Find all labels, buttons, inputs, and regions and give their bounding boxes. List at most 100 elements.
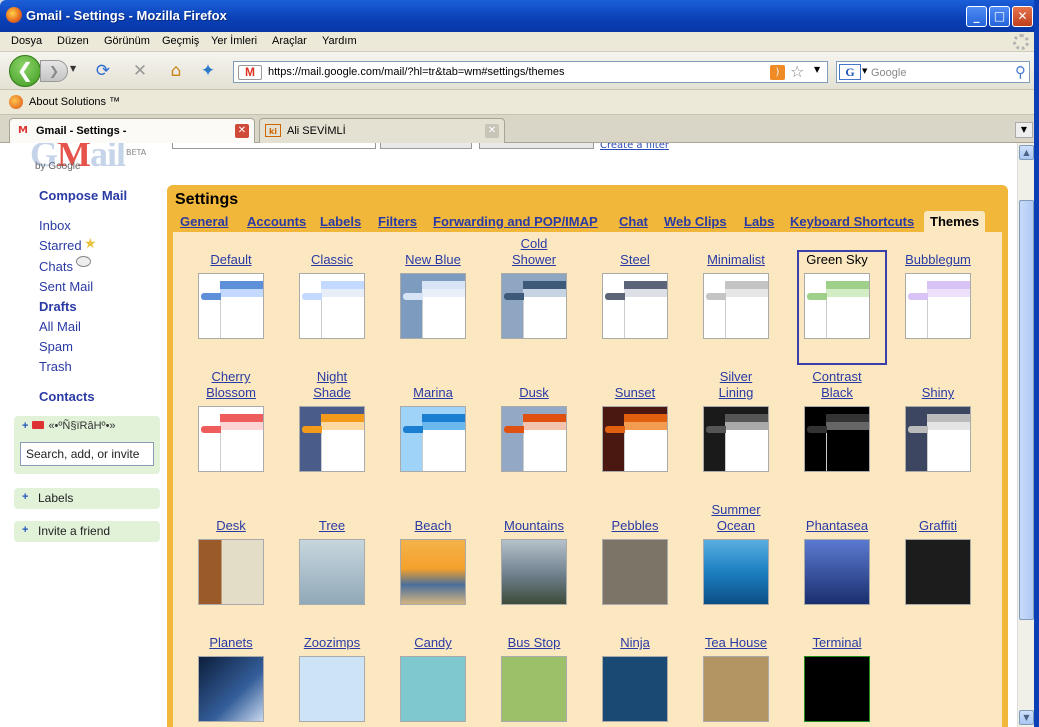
- theme-thumbnail[interactable]: [400, 539, 466, 605]
- theme-name[interactable]: Steel: [580, 236, 690, 268]
- theme-name[interactable]: Mountains: [479, 502, 589, 534]
- nav-drafts[interactable]: Drafts: [39, 299, 77, 314]
- theme-thumbnail[interactable]: [804, 406, 870, 472]
- theme-thumbnail[interactable]: [501, 406, 567, 472]
- labels-box[interactable]: + Labels: [14, 488, 160, 509]
- theme-mountains[interactable]: Mountains: [479, 502, 589, 605]
- theme-thumbnail[interactable]: [501, 539, 567, 605]
- theme-name[interactable]: New Blue: [378, 236, 488, 268]
- tab-list-dropdown-icon[interactable]: ▼: [1015, 122, 1033, 138]
- tab-themes[interactable]: Themes: [924, 211, 986, 232]
- theme-name[interactable]: Candy: [378, 619, 488, 651]
- theme-name[interactable]: Ninja: [580, 619, 690, 651]
- theme-zoozimps[interactable]: Zoozimps: [277, 619, 387, 722]
- search-icon[interactable]: ⚲: [1015, 63, 1026, 81]
- tab-general[interactable]: General: [180, 214, 228, 229]
- theme-thumbnail[interactable]: [905, 406, 971, 472]
- theme-name[interactable]: Marina: [378, 369, 488, 401]
- menu-view[interactable]: Görünüm: [104, 35, 150, 47]
- theme-thumbnail[interactable]: [703, 406, 769, 472]
- theme-name[interactable]: Bus Stop: [479, 619, 589, 651]
- chat-search-input[interactable]: [20, 442, 154, 466]
- url-dropdown-icon[interactable]: ▼: [814, 65, 820, 74]
- expand-icon[interactable]: +: [22, 491, 28, 503]
- theme-night-shade[interactable]: Night Shade: [277, 369, 387, 472]
- theme-name[interactable]: Sunset: [580, 369, 690, 401]
- bookmark-star-icon[interactable]: ☆: [790, 62, 804, 81]
- search-bar[interactable]: G ▼ Google ⚲: [836, 61, 1030, 83]
- forward-button[interactable]: ❯: [40, 60, 68, 82]
- scroll-thumb[interactable]: [1019, 200, 1034, 620]
- theme-name[interactable]: Zoozimps: [277, 619, 387, 651]
- theme-minimalist[interactable]: Minimalist: [681, 236, 791, 339]
- theme-sunset[interactable]: Sunset: [580, 369, 690, 472]
- compose-mail-link[interactable]: Compose Mail: [39, 188, 127, 203]
- theme-thumbnail[interactable]: [400, 273, 466, 339]
- invite-box[interactable]: + Invite a friend: [14, 521, 160, 542]
- theme-name[interactable]: Classic: [277, 236, 387, 268]
- menu-edit[interactable]: Düzen: [57, 35, 89, 47]
- engine-dropdown-icon[interactable]: ▼: [862, 67, 867, 75]
- search-placeholder[interactable]: Google: [871, 67, 906, 79]
- create-filter-link[interactable]: Create a filter: [600, 143, 669, 151]
- theme-dusk[interactable]: Dusk: [479, 369, 589, 472]
- theme-thumbnail[interactable]: [299, 273, 365, 339]
- tab-close-icon[interactable]: ✕: [235, 124, 249, 138]
- theme-marina[interactable]: Marina: [378, 369, 488, 472]
- expand-icon[interactable]: +: [22, 524, 28, 536]
- theme-thumbnail[interactable]: [703, 656, 769, 722]
- theme-name[interactable]: Desk: [176, 502, 286, 534]
- theme-thumbnail[interactable]: [198, 656, 264, 722]
- theme-silver-lining[interactable]: Silver Lining: [681, 369, 791, 472]
- theme-terminal[interactable]: Terminal: [782, 619, 892, 722]
- theme-thumbnail[interactable]: [299, 406, 365, 472]
- theme-classic[interactable]: Classic: [277, 236, 387, 339]
- theme-phantasea[interactable]: Phantasea: [782, 502, 892, 605]
- search-web-button[interactable]: [479, 143, 594, 149]
- theme-thumbnail[interactable]: [299, 539, 365, 605]
- theme-new-blue[interactable]: New Blue: [378, 236, 488, 339]
- tab-close-icon[interactable]: ✕: [485, 124, 499, 138]
- theme-name[interactable]: Terminal: [782, 619, 892, 651]
- minimize-button[interactable]: _: [966, 6, 987, 27]
- theme-beach[interactable]: Beach: [378, 502, 488, 605]
- theme-thumbnail[interactable]: [703, 539, 769, 605]
- addon-icon[interactable]: ✦: [198, 61, 218, 81]
- menu-tools[interactable]: Araçlar: [272, 35, 307, 47]
- nav-spam[interactable]: Spam: [39, 339, 73, 354]
- chat-status[interactable]: «•ºÑ§ïRâHº•»: [48, 420, 115, 432]
- theme-name[interactable]: Dusk: [479, 369, 589, 401]
- tab-keyboard-shortcuts[interactable]: Keyboard Shortcuts: [790, 214, 914, 229]
- theme-default[interactable]: Default: [176, 236, 286, 339]
- theme-thumbnail[interactable]: [905, 539, 971, 605]
- nav-sent-mail[interactable]: Sent Mail: [39, 279, 93, 294]
- address-bar[interactable]: M https://mail.google.com/mail/?hl=tr&ta…: [233, 61, 828, 83]
- tab-chat[interactable]: Chat: [619, 214, 648, 229]
- menu-file[interactable]: Dosya: [11, 35, 42, 47]
- theme-thumbnail[interactable]: [400, 656, 466, 722]
- theme-name[interactable]: Silver Lining: [681, 369, 791, 401]
- theme-name[interactable]: Default: [176, 236, 286, 268]
- nav-all-mail[interactable]: All Mail: [39, 319, 81, 334]
- theme-shiny[interactable]: Shiny: [883, 369, 993, 472]
- theme-thumbnail[interactable]: [400, 406, 466, 472]
- theme-name[interactable]: Graffiti: [883, 502, 993, 534]
- search-mail-button[interactable]: [380, 143, 472, 149]
- back-button[interactable]: ❮: [9, 55, 41, 87]
- theme-name[interactable]: Tree: [277, 502, 387, 534]
- theme-thumbnail[interactable]: [602, 273, 668, 339]
- theme-name[interactable]: Tea House: [681, 619, 791, 651]
- theme-name[interactable]: Minimalist: [681, 236, 791, 268]
- menu-help[interactable]: Yardım: [322, 35, 357, 47]
- theme-desk[interactable]: Desk: [176, 502, 286, 605]
- expand-icon[interactable]: +: [22, 420, 28, 432]
- search-mail-input[interactable]: [172, 143, 376, 149]
- close-button[interactable]: ✕: [1012, 6, 1033, 27]
- tab-gmail-settings[interactable]: M Gmail - Settings - ✕: [9, 118, 255, 143]
- theme-name[interactable]: Beach: [378, 502, 488, 534]
- theme-cold-shower[interactable]: Cold Shower: [479, 236, 589, 339]
- nav-trash[interactable]: Trash: [39, 359, 72, 374]
- theme-thumbnail[interactable]: [198, 406, 264, 472]
- theme-name[interactable]: Pebbles: [580, 502, 690, 534]
- theme-green-sky[interactable]: Green Sky: [782, 236, 892, 339]
